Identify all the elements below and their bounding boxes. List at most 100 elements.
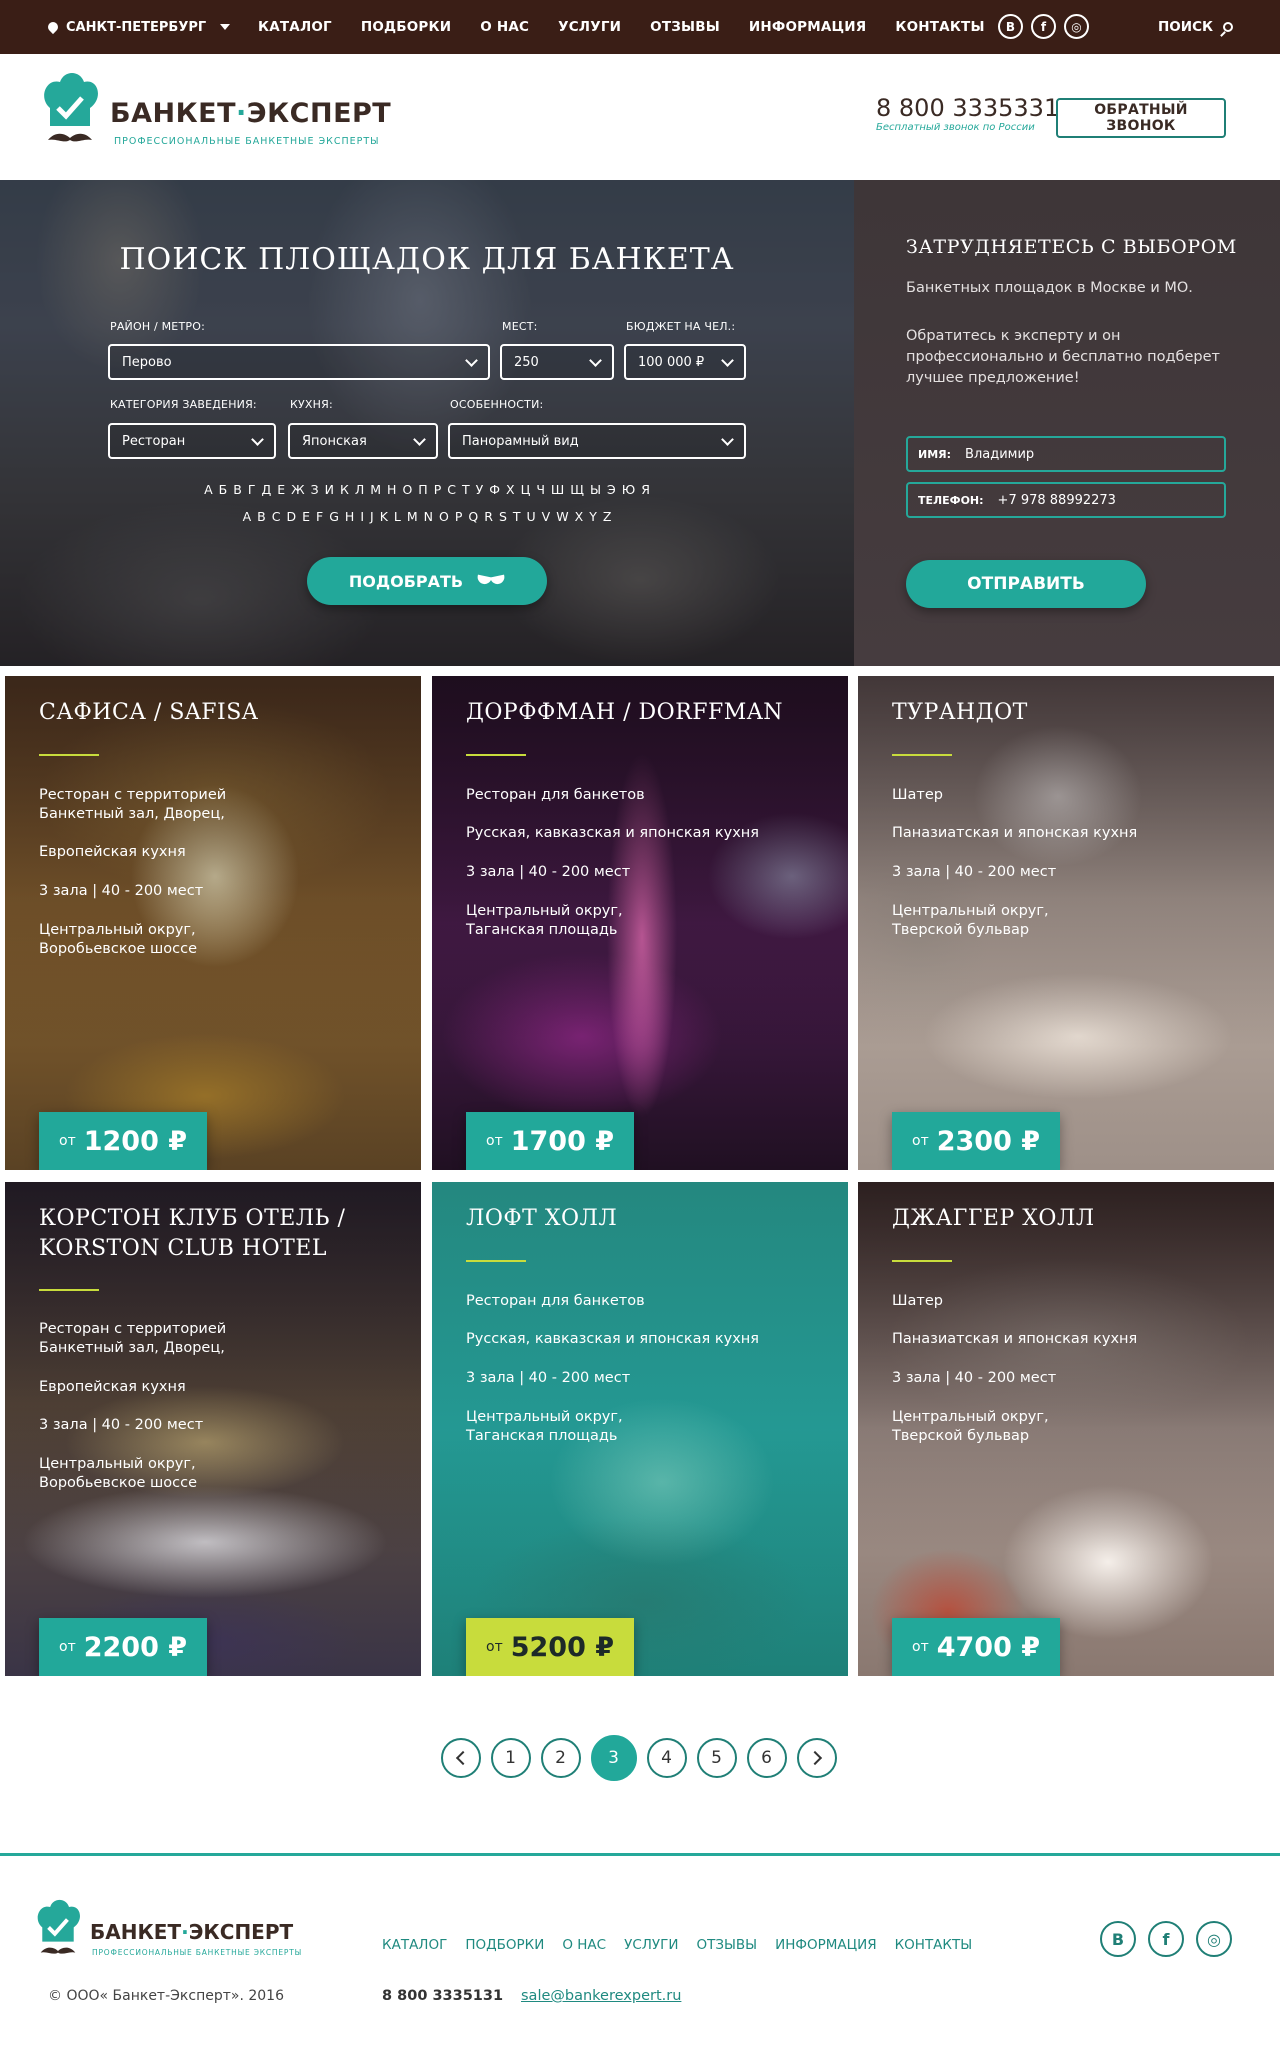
en-letter-link[interactable]: Q (468, 509, 478, 524)
ru-letter-link[interactable]: Т (462, 482, 470, 497)
category-select[interactable]: Ресторан (108, 423, 276, 459)
district-select[interactable]: Перово (108, 344, 490, 380)
en-letter-link[interactable]: D (286, 509, 296, 524)
ru-letter-link[interactable]: Ы (590, 482, 601, 497)
en-letter-link[interactable]: W (556, 509, 568, 524)
page-5[interactable]: 5 (696, 1738, 737, 1778)
nav-about[interactable]: О НАС (480, 19, 529, 35)
nav-catalog[interactable]: КАТАЛОГ (258, 19, 332, 35)
prev-page-button[interactable] (440, 1738, 481, 1778)
instagram-icon[interactable]: ◎ (1064, 14, 1089, 39)
en-letter-link[interactable]: E (302, 509, 310, 524)
venue-card[interactable]: ДЖАГГЕР ХОЛЛ Шатер Паназиатская и японск… (858, 1182, 1274, 1676)
seats-select[interactable]: 250 (500, 344, 614, 380)
en-letter-link[interactable]: H (345, 509, 354, 524)
ru-letter-link[interactable]: П (418, 482, 427, 497)
ru-letter-link[interactable]: Р (434, 482, 442, 497)
en-letter-link[interactable]: Y (589, 509, 597, 524)
footer-email-link[interactable]: sale@bankerexpert.ru (521, 1988, 681, 2004)
facebook-icon[interactable]: f (1031, 14, 1056, 39)
venue-card[interactable]: САФИСА / SAFISA Ресторан с территорией Б… (5, 676, 421, 1170)
en-letter-link[interactable]: K (380, 509, 388, 524)
ru-letter-link[interactable]: С (447, 482, 456, 497)
footer-nav-services[interactable]: УСЛУГИ (624, 1937, 678, 1953)
page-2[interactable]: 2 (540, 1738, 581, 1778)
nav-info[interactable]: ИНФОРМАЦИЯ (749, 19, 866, 35)
vk-icon[interactable]: B (998, 14, 1023, 39)
phone-number[interactable]: 8 800 3335331 (876, 94, 1059, 122)
ru-letter-link[interactable]: Х (506, 482, 515, 497)
venue-card[interactable]: ТУРАНДОТ Шатер Паназиатская и японская к… (858, 676, 1274, 1170)
ru-letter-link[interactable]: Д (261, 482, 271, 497)
ru-letter-link[interactable]: Ю (622, 482, 636, 497)
ru-letter-link[interactable]: Ж (291, 482, 304, 497)
en-letter-link[interactable]: S (499, 509, 507, 524)
page-1[interactable]: 1 (490, 1738, 531, 1778)
en-letter-link[interactable]: G (329, 509, 339, 524)
nav-services[interactable]: УСЛУГИ (558, 19, 621, 35)
ru-letter-link[interactable]: О (402, 482, 412, 497)
ru-letter-link[interactable]: А (204, 482, 213, 497)
next-page-button[interactable] (796, 1738, 837, 1778)
send-button[interactable]: ОТПРАВИТЬ (906, 560, 1146, 608)
ru-letter-link[interactable]: Я (641, 482, 650, 497)
footer-nav-info[interactable]: ИНФОРМАЦИЯ (775, 1937, 876, 1953)
footer-phone[interactable]: 8 800 3335131 (382, 1988, 503, 2004)
ru-letter-link[interactable]: У (476, 482, 484, 497)
phone-field[interactable]: ТЕЛЕФОН: +7 978 88992273 (906, 482, 1226, 518)
facebook-icon[interactable]: f (1148, 1921, 1184, 1957)
ru-letter-link[interactable]: З (311, 482, 319, 497)
en-letter-link[interactable]: F (316, 509, 323, 524)
en-letter-link[interactable]: R (484, 509, 493, 524)
en-letter-link[interactable]: B (257, 509, 266, 524)
en-letter-link[interactable]: I (360, 509, 364, 524)
en-letter-link[interactable]: Z (603, 509, 612, 524)
city-selector[interactable]: САНКТ-ПЕТЕРБУРГ (45, 0, 231, 54)
venue-card[interactable]: КОРСТОН КЛУБ ОТЕЛЬ / KORSTON CLUB HOTEL … (5, 1182, 421, 1676)
en-letter-link[interactable]: N (424, 509, 433, 524)
vk-icon[interactable]: B (1100, 1921, 1136, 1957)
features-select[interactable]: Панорамный вид (448, 423, 746, 459)
ru-letter-link[interactable]: Г (248, 482, 256, 497)
venue-card[interactable]: ДОРФФМАН / DORFFMAN Ресторан для банкето… (432, 676, 848, 1170)
budget-select[interactable]: 100 000 ₽ (624, 344, 746, 380)
ru-letter-link[interactable]: Э (607, 482, 616, 497)
ru-letter-link[interactable]: В (233, 482, 242, 497)
name-field[interactable]: ИМЯ: Владимир (906, 436, 1226, 472)
venue-card[interactable]: ЛОФТ ХОЛЛ Ресторан для банкетов Русская,… (432, 1182, 848, 1676)
callback-button[interactable]: ОБРАТНЫЙ ЗВОНОК (1056, 98, 1226, 138)
ru-letter-link[interactable]: Ц (521, 482, 531, 497)
ru-letter-link[interactable]: Щ (570, 482, 584, 497)
ru-letter-link[interactable]: Л (355, 482, 364, 497)
nav-reviews[interactable]: ОТЗЫВЫ (650, 19, 720, 35)
ru-letter-link[interactable]: Е (277, 482, 285, 497)
footer-nav-catalog[interactable]: КАТАЛОГ (382, 1937, 447, 1953)
ru-letter-link[interactable]: Ш (551, 482, 564, 497)
footer-nav-collections[interactable]: ПОДБОРКИ (465, 1937, 544, 1953)
en-letter-link[interactable]: V (542, 509, 551, 524)
ru-letter-link[interactable]: Б (219, 482, 228, 497)
en-letter-link[interactable]: P (455, 509, 463, 524)
logo[interactable]: БАНКЕТ·ЭКСПЕРТ ПРОФЕССИОНАЛЬНЫЕ БАНКЕТНЫ… (42, 62, 391, 162)
pick-button[interactable]: ПОДОБРАТЬ (307, 557, 547, 605)
ru-letter-link[interactable]: Н (387, 482, 396, 497)
en-letter-link[interactable]: A (243, 509, 252, 524)
ru-letter-link[interactable]: М (370, 482, 381, 497)
nav-contacts[interactable]: КОНТАКТЫ (895, 19, 984, 35)
en-letter-link[interactable]: T (513, 509, 521, 524)
footer-nav-contacts[interactable]: КОНТАКТЫ (895, 1937, 973, 1953)
ru-letter-link[interactable]: Ч (536, 482, 545, 497)
en-letter-link[interactable]: X (575, 509, 584, 524)
footer-nav-reviews[interactable]: ОТЗЫВЫ (696, 1937, 757, 1953)
ru-letter-link[interactable]: К (340, 482, 349, 497)
ru-letter-link[interactable]: И (325, 482, 334, 497)
en-letter-link[interactable]: C (272, 509, 281, 524)
en-letter-link[interactable]: L (394, 509, 401, 524)
en-letter-link[interactable]: U (527, 509, 536, 524)
footer-nav-about[interactable]: О НАС (562, 1937, 606, 1953)
instagram-icon[interactable]: ◎ (1196, 1921, 1232, 1957)
page-4[interactable]: 4 (646, 1738, 687, 1778)
page-6[interactable]: 6 (746, 1738, 787, 1778)
nav-collections[interactable]: ПОДБОРКИ (361, 19, 451, 35)
en-letter-link[interactable]: M (407, 509, 418, 524)
